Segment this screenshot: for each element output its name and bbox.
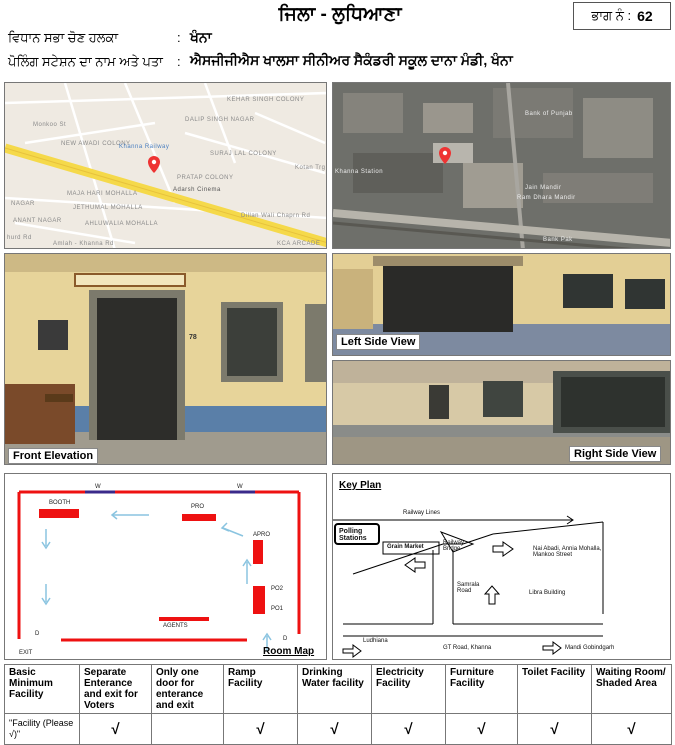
map-pin-icon	[148, 156, 160, 173]
map-label: Dillan Wali Chaprn Rd	[241, 213, 311, 219]
station-label: ਪੋਲਿੰਗ ਸਟੇਸ਼ਨ ਦਾ ਨਾਮ ਅਤੇ ਪਤਾ	[8, 54, 163, 69]
facility-table: Basic Minimum Facility Separate Enteranc…	[4, 664, 672, 745]
window-label: W	[95, 484, 101, 490]
facility-tick-cell: √	[371, 713, 446, 745]
samrala-road-label: Samrala Road	[457, 582, 480, 594]
map-label: Adarsh Cinema	[173, 187, 221, 193]
facility-header-row: Basic Minimum Facility Separate Enteranc…	[4, 664, 672, 714]
po-marker	[253, 586, 265, 614]
booth-label: BOOTH	[49, 500, 71, 506]
facility-header-cell: Separate Enterance and exit for Voters	[79, 664, 152, 714]
railway-lines-label: Railway Lines	[403, 510, 441, 516]
nai-abadi-label: Nai Abadi, Annia Mohalla, Mankoo Street	[533, 546, 602, 558]
facility-header-cell: Drinking Water facility	[297, 664, 372, 714]
facility-tick-cell: √	[223, 713, 298, 745]
map-label: Amlah - Khanna Rd	[53, 241, 114, 247]
facility-row-label: "Facility (Please √)"	[4, 713, 80, 745]
room-number: 78	[189, 334, 197, 341]
map-label: hurd Rd	[7, 235, 32, 241]
apro-marker	[253, 540, 263, 564]
map-label: DALIP SINGH NAGAR	[185, 117, 255, 123]
facility-tick-cell	[151, 713, 224, 745]
front-elevation-drawing	[5, 254, 326, 464]
facility-tick-cell: √	[445, 713, 518, 745]
map-label: Kotan Trg	[295, 165, 326, 171]
facility-header-cell: Basic Minimum Facility	[4, 664, 80, 714]
po1-label: PO1	[271, 606, 284, 612]
key-plan-title: Key Plan	[339, 480, 382, 491]
ludhiana-label: Ludhiana	[363, 638, 388, 644]
map-label: SURAJ LAL COLONY	[210, 151, 277, 157]
pro-marker	[182, 514, 216, 521]
satellite-map: Khanna Station Bank of Punjab Jain Mandi…	[332, 82, 671, 249]
facility-tick-cell: √	[79, 713, 152, 745]
map-label: Jain Mandir	[525, 185, 562, 191]
district-title: ਜਿਲਾ - ਲੁਧਿਆਣਾ	[278, 4, 402, 25]
station-value: ਐਸਜੀਜੀਐਸ ਖਾਲਸਾ ਸੀਨੀਅਰ ਸੈਕੰਡਰੀ ਸਕੂਲ ਦਾਨਾ …	[190, 52, 513, 68]
map-label: AHLUWALIA MOHALLA	[85, 221, 158, 227]
station-colon: :	[177, 54, 181, 69]
libra-building-label: Libra Building	[529, 590, 566, 596]
facility-header-cell: Furniture Facility	[445, 664, 518, 714]
grain-market-label: Grain Market	[387, 544, 424, 550]
map-label: ANANT NAGAR	[13, 218, 62, 224]
railway-bridge-label: Railway Bridge	[443, 540, 465, 552]
map-label: JETHUMAL MOHALLA	[73, 205, 143, 211]
road-map-drawing	[5, 83, 326, 248]
exit-label: EXIT	[19, 650, 33, 656]
map-label: Khanna Railway	[119, 144, 170, 150]
satellite-map-drawing	[333, 83, 670, 248]
room-map-title: Room Map	[263, 646, 315, 657]
constituency-colon: :	[177, 30, 181, 45]
part-number: 62	[637, 8, 653, 24]
right-side-view-photo: Right Side View	[332, 360, 671, 465]
map-label: Monkoo St	[33, 122, 67, 128]
facility-tick-cell: √	[297, 713, 372, 745]
part-label: ਭਾਗ ਨੰ :	[591, 8, 632, 23]
front-elevation-caption: Front Elevation	[8, 448, 99, 464]
facility-tick-cell: √	[517, 713, 592, 745]
window-label: W	[237, 484, 243, 490]
po2-label: PO2	[271, 586, 284, 592]
constituency-label: ਵਿਧਾਨ ਸਭਾ ਚੋਣ ਹਲਕਾ	[8, 30, 119, 45]
door-label: D	[35, 631, 40, 637]
front-elevation-photo: 78 Front Elevation	[4, 253, 327, 465]
map-label: Bank Pak	[543, 237, 573, 243]
map-label: MAJA HARI MOHALLA	[67, 191, 138, 197]
map-label: PRATAP COLONY	[177, 175, 234, 181]
key-plan: Key Plan Railway Lines Polling Stations …	[332, 473, 671, 660]
gt-road-label: GT Road, Khanna	[443, 645, 492, 651]
facility-header-cell: Electricity Facility	[371, 664, 446, 714]
facility-header-cell: Toilet Facility	[517, 664, 592, 714]
facility-tick-row: "Facility (Please √)" √ √ √ √ √ √ √	[4, 713, 672, 745]
facility-header-cell: Waiting Room/ Shaded Area	[591, 664, 672, 714]
agents-label: AGENTS	[163, 623, 188, 629]
pro-label: PRO	[191, 504, 205, 510]
map-label: Ram Dhara Mandir	[517, 195, 576, 201]
map-label: KEHAR SINGH COLONY	[227, 97, 305, 103]
constituency-value: ਖੰਨਾ	[190, 29, 212, 45]
apro-label: APRO	[253, 532, 271, 538]
map-label: KCA ARCADE	[277, 241, 321, 247]
mandi-gobindgarh-label: Mandi Gobindgarh	[565, 645, 615, 651]
key-plan-drawing	[333, 515, 604, 658]
left-side-view-photo: Left Side View	[332, 253, 671, 356]
door-label: D	[283, 636, 288, 642]
map-label: NAGAR	[11, 201, 35, 207]
map-label: Khanna Station	[335, 169, 384, 175]
map-label: Bank of Punjab	[525, 111, 573, 117]
road-map: KEHAR SINGH COLONY Monkoo St DALIP SINGH…	[4, 82, 327, 249]
polling-stations-label: Polling Stations	[339, 528, 367, 542]
room-map: BOOTH PRO APRO PO2 PO1 AGENTS W W D D EX…	[4, 473, 327, 660]
part-number-box: ਭਾਗ ਨੰ : 62	[573, 2, 671, 30]
agents-marker	[159, 617, 209, 621]
facility-tick-cell: √	[591, 713, 672, 745]
left-side-view-caption: Left Side View	[336, 334, 421, 350]
booth-marker	[39, 509, 79, 518]
right-side-view-caption: Right Side View	[569, 446, 662, 462]
facility-header-cell: Ramp Facility	[223, 664, 298, 714]
facility-header-cell: Only one door for enterance and exit	[151, 664, 224, 714]
